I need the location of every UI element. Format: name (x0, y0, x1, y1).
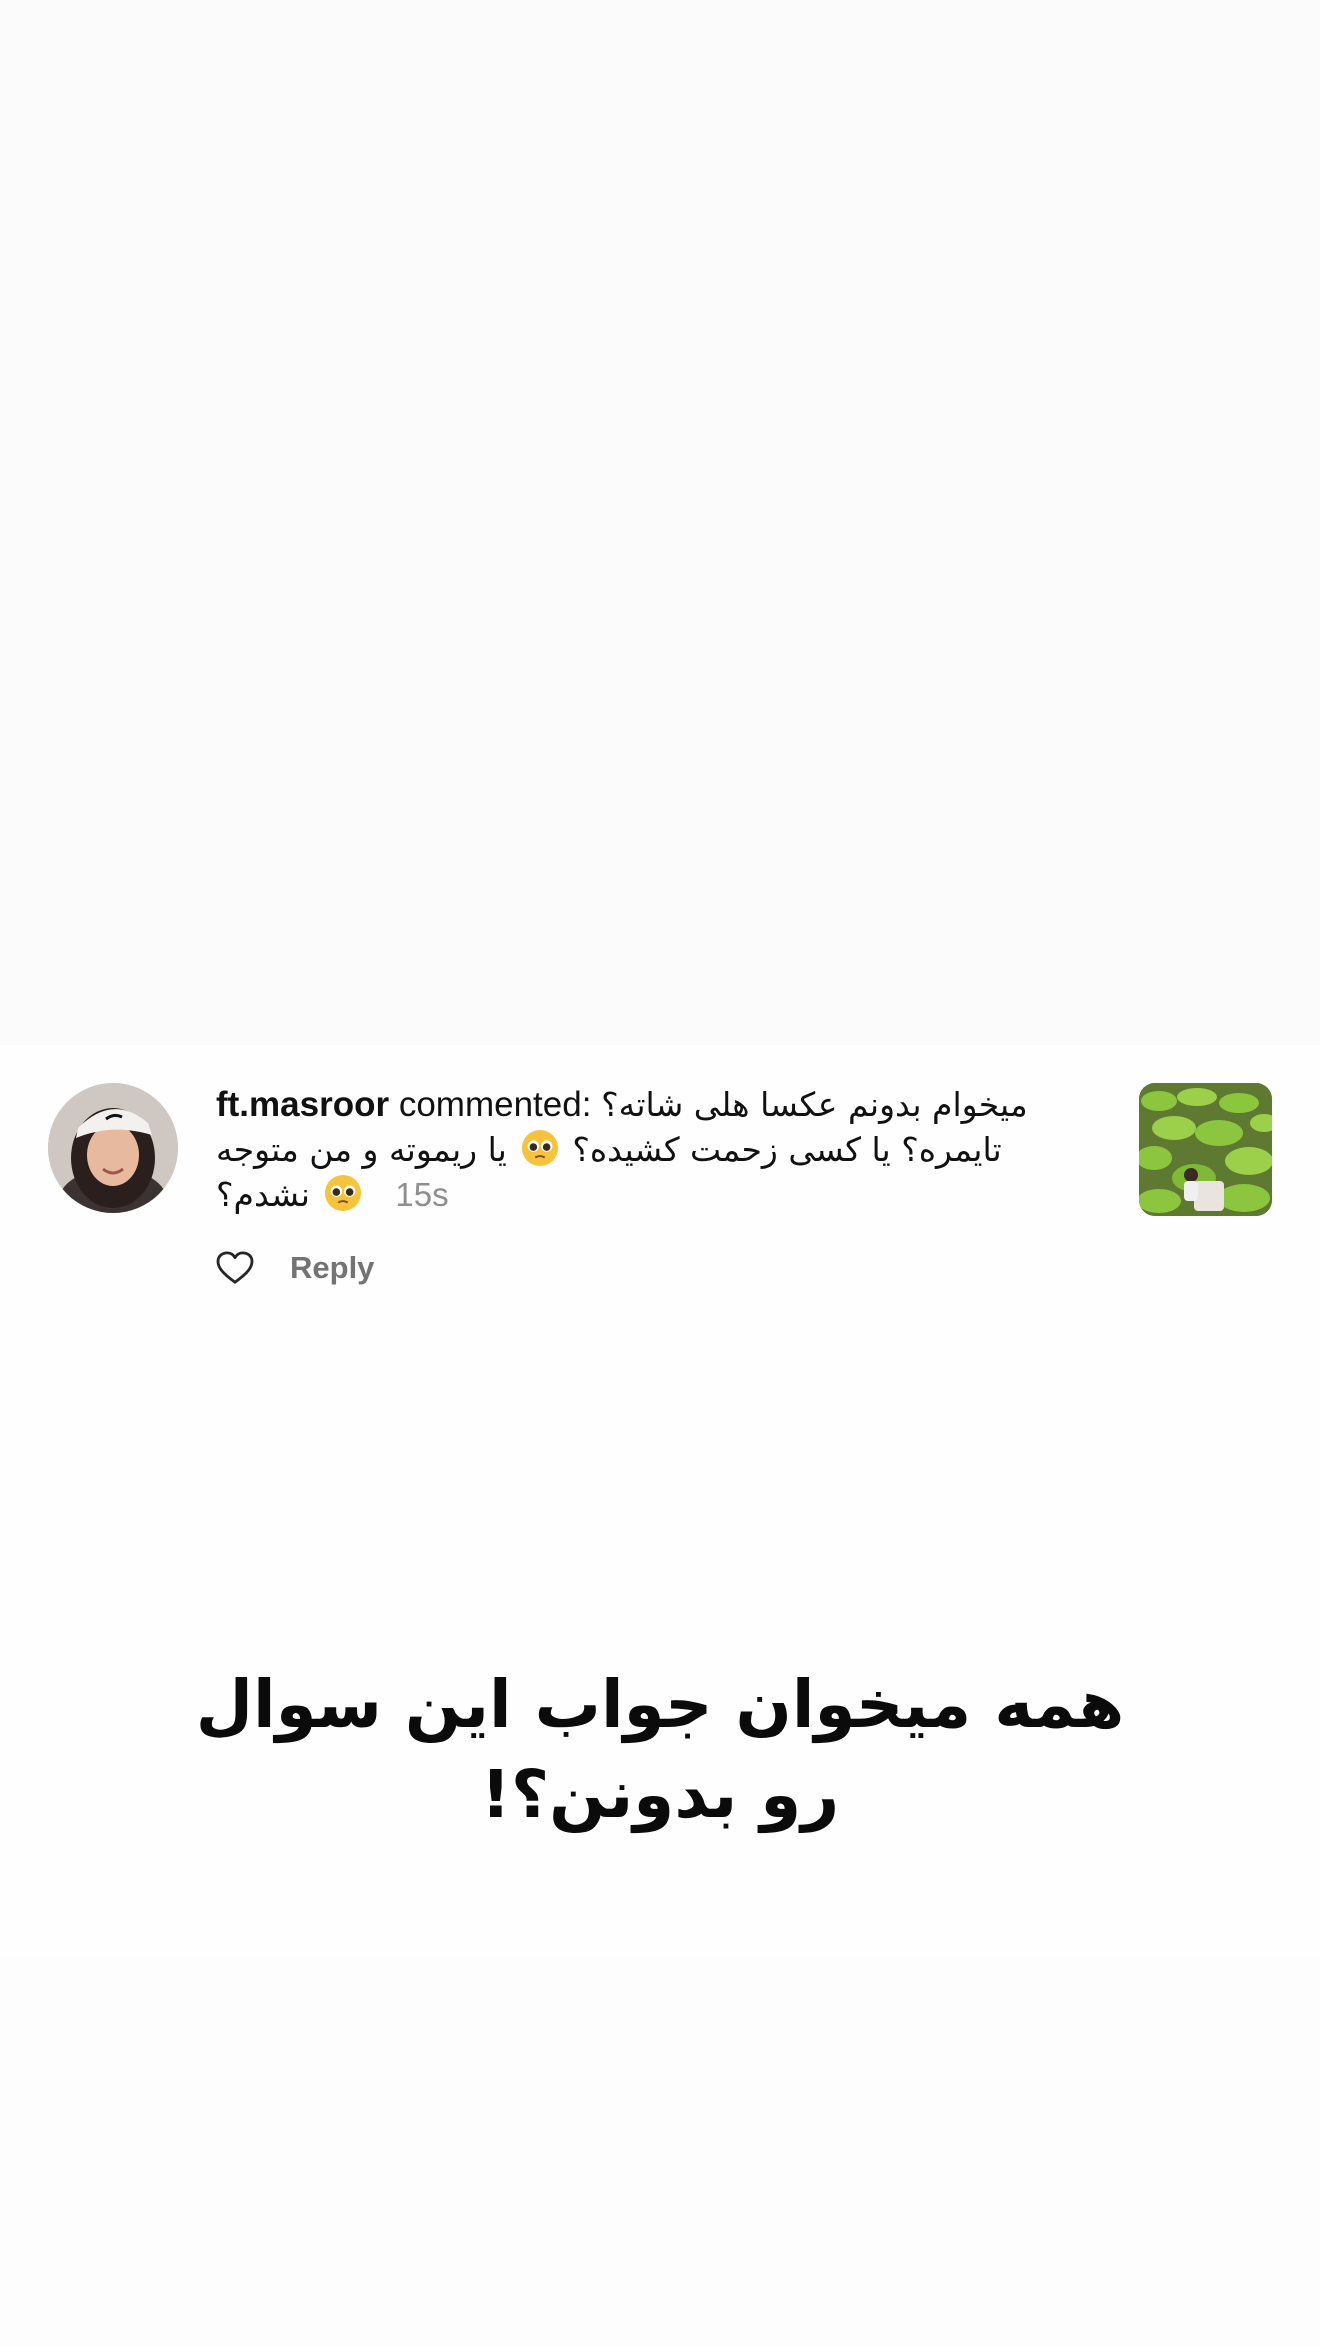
caption: همه میخوان جواب این سوال رو بدونن؟! (160, 1660, 1160, 1840)
comment-action: commented: (398, 1085, 592, 1124)
comment-actions: Reply (216, 1250, 374, 1286)
blank-bottom-area (0, 1955, 1320, 2346)
pleading-face-emoji-icon (521, 1129, 559, 1167)
comment-username[interactable]: ft.masroor (216, 1085, 389, 1124)
comment-body-line-2a: تایمره؟ یا کسی زحمت کشیده؟ (572, 1130, 1002, 1169)
comment-line-2: تایمره؟ یا کسی زحمت کشیده؟ یا ریموته و م… (216, 1127, 1096, 1172)
comment-timestamp: 15s (395, 1176, 449, 1213)
comment-body-line-3: نشدم؟ (216, 1175, 310, 1214)
avatar[interactable] (48, 1083, 178, 1213)
comment-body-line-2b: یا ریموته و من متوجه (216, 1130, 507, 1169)
comment-line-3: نشدم؟ 15s (216, 1172, 1096, 1217)
reply-button[interactable]: Reply (290, 1250, 374, 1286)
heart-icon[interactable] (216, 1251, 254, 1285)
post-thumbnail[interactable] (1139, 1083, 1272, 1216)
blank-top-area (0, 0, 1320, 1045)
comment-body-line-1: میخوام بدونم عکسا هلی شاته؟ (601, 1085, 1028, 1124)
pleading-face-emoji-icon (324, 1174, 362, 1212)
comment-text: ft.masroor commented: میخوام بدونم عکسا … (216, 1082, 1096, 1217)
caption-line-1: همه میخوان جواب این سوال (195, 1666, 1125, 1743)
comment-line-1: ft.masroor commented: میخوام بدونم عکسا … (216, 1082, 1096, 1127)
caption-line-2: رو بدونن؟! (480, 1756, 840, 1833)
